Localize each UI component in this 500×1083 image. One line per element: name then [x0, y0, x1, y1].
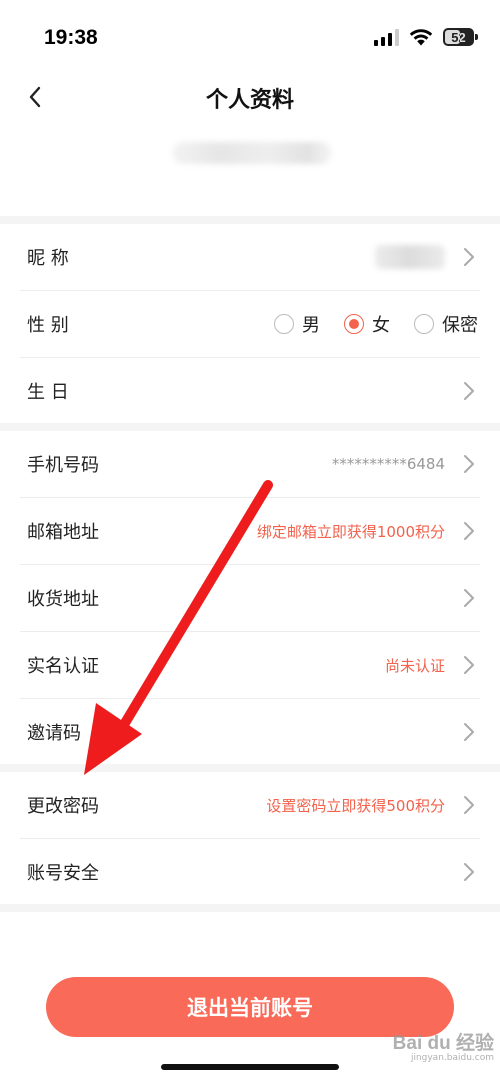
invite-label: 邀请码 — [27, 723, 81, 744]
gender-option-label: 保密 — [442, 315, 478, 336]
password-row[interactable]: 更改密码 设置密码立即获得500积分 — [0, 772, 500, 838]
email-label: 邮箱地址 — [27, 522, 99, 543]
section-divider — [0, 904, 500, 912]
battery-level: 52 — [451, 29, 466, 45]
password-label: 更改密码 — [27, 796, 99, 817]
user-id-blurred — [172, 142, 332, 164]
security-label: 账号安全 — [27, 863, 99, 884]
signal-icon — [374, 28, 399, 46]
section-divider — [0, 216, 500, 224]
gender-option-male[interactable]: 男 — [274, 311, 320, 337]
nav-bar: 个人资料 — [0, 70, 500, 125]
watermark: Bai du 经验 jingyan.baidu.com — [393, 1028, 494, 1063]
phone-value: **********6484 — [331, 455, 445, 473]
watermark-logo: Bai du 经验 — [392, 1033, 494, 1054]
section-divider — [0, 764, 500, 772]
home-indicator — [161, 1064, 339, 1070]
chevron-right-icon — [464, 248, 474, 266]
nickname-row[interactable]: 昵 称 — [0, 224, 500, 290]
nickname-value-blurred — [375, 245, 445, 269]
section-divider — [0, 423, 500, 431]
battery-icon: 52 — [443, 28, 478, 46]
security-row[interactable]: 账号安全 — [0, 839, 500, 905]
chevron-right-icon — [464, 796, 474, 814]
chevron-right-icon — [464, 455, 474, 473]
wifi-icon — [409, 29, 433, 46]
chevron-right-icon — [464, 589, 474, 607]
gender-label: 性 别 — [27, 315, 69, 336]
chevron-right-icon — [464, 723, 474, 741]
phone-label: 手机号码 — [27, 455, 99, 476]
phone-row[interactable]: 手机号码 **********6484 — [0, 431, 500, 497]
chevron-right-icon — [464, 522, 474, 540]
email-value: 绑定邮箱立即获得1000积分 — [256, 522, 445, 541]
birthday-label: 生 日 — [27, 382, 69, 403]
nickname-label: 昵 称 — [27, 248, 69, 269]
email-row[interactable]: 邮箱地址 绑定邮箱立即获得1000积分 — [0, 498, 500, 564]
verification-value: 尚未认证 — [384, 656, 445, 675]
gender-option-label: 男 — [302, 315, 320, 336]
address-label: 收货地址 — [27, 589, 99, 610]
verification-label: 实名认证 — [27, 656, 99, 677]
gender-option-label: 女 — [372, 315, 390, 336]
chevron-right-icon — [464, 382, 474, 400]
radio-unchecked-icon — [414, 314, 434, 334]
chevron-right-icon — [464, 863, 474, 881]
status-icons: 52 — [374, 28, 478, 46]
radio-unchecked-icon — [274, 314, 294, 334]
verification-row[interactable]: 实名认证 尚未认证 — [0, 632, 500, 698]
status-bar: 19:38 52 — [0, 0, 500, 80]
gender-radio-group: 男 女 保密 — [274, 311, 478, 337]
status-time: 19:38 — [44, 26, 98, 49]
gender-option-female[interactable]: 女 — [344, 311, 390, 337]
password-value: 设置密码立即获得500积分 — [266, 796, 445, 815]
chevron-right-icon — [464, 656, 474, 674]
gender-option-private[interactable]: 保密 — [414, 311, 478, 337]
watermark-url: jingyan.baidu.com — [410, 1053, 494, 1063]
radio-checked-icon — [344, 314, 364, 334]
page-title: 个人资料 — [205, 88, 294, 113]
address-row[interactable]: 收货地址 — [0, 565, 500, 631]
gender-row: 性 别 男 女 保密 — [0, 291, 500, 357]
birthday-row[interactable]: 生 日 — [0, 358, 500, 424]
invite-row[interactable]: 邀请码 — [0, 699, 500, 765]
